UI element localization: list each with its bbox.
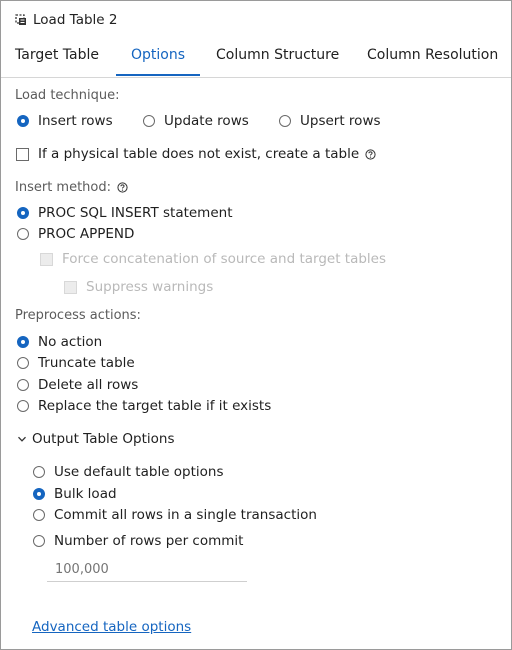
checkbox-indicator bbox=[64, 280, 77, 294]
radio-use-default-table-options[interactable]: Use default table options bbox=[33, 464, 224, 480]
radio-label: Replace the target table if it exists bbox=[38, 398, 272, 414]
radio-bulk-load[interactable]: Bulk load bbox=[33, 486, 117, 502]
help-icon[interactable] bbox=[117, 182, 128, 193]
radio-indicator bbox=[143, 115, 155, 127]
tab-bar: Target Table Options Column Structure Co… bbox=[1, 37, 511, 78]
section-title: Output Table Options bbox=[32, 431, 175, 447]
radio-indicator bbox=[33, 466, 45, 478]
tab-column-structure[interactable]: Column Structure bbox=[216, 37, 339, 76]
preprocess-actions-label: Preprocess actions: bbox=[15, 308, 141, 323]
load-table-icon bbox=[15, 14, 26, 25]
insert-method-label-group: Insert method: bbox=[15, 180, 128, 195]
radio-indicator bbox=[17, 207, 29, 219]
radio-indicator bbox=[17, 357, 29, 369]
radio-update-rows[interactable]: Update rows bbox=[143, 113, 249, 129]
checkbox-label: Force concatenation of source and target… bbox=[62, 251, 387, 267]
output-table-options-toggle[interactable]: Output Table Options bbox=[17, 431, 174, 447]
radio-proc-append[interactable]: PROC APPEND bbox=[17, 226, 134, 242]
checkbox-indicator bbox=[16, 147, 29, 161]
tab-column-resolution[interactable]: Column Resolution bbox=[367, 37, 498, 76]
radio-indicator bbox=[17, 228, 29, 240]
radio-indicator bbox=[279, 115, 291, 127]
radio-label: Number of rows per commit bbox=[54, 533, 244, 549]
radio-indicator bbox=[33, 535, 45, 547]
radio-indicator bbox=[17, 336, 29, 348]
radio-upsert-rows[interactable]: Upsert rows bbox=[279, 113, 381, 129]
radio-label: Update rows bbox=[164, 113, 249, 129]
radio-indicator bbox=[33, 509, 45, 521]
radio-indicator bbox=[17, 379, 29, 391]
radio-proc-sql-insert[interactable]: PROC SQL INSERT statement bbox=[17, 205, 233, 221]
tab-options[interactable]: Options bbox=[116, 37, 200, 76]
tab-target-table[interactable]: Target Table bbox=[15, 37, 99, 76]
checkbox-label: If a physical table does not exist, crea… bbox=[38, 146, 360, 162]
radio-replace-target-table[interactable]: Replace the target table if it exists bbox=[17, 398, 271, 414]
rows-per-commit-input[interactable] bbox=[47, 557, 247, 582]
radio-label: Use default table options bbox=[54, 464, 224, 480]
checkbox-indicator bbox=[40, 252, 53, 266]
radio-commit-all-rows[interactable]: Commit all rows in a single transaction bbox=[33, 507, 317, 523]
radio-label: PROC APPEND bbox=[38, 226, 135, 242]
radio-truncate-table[interactable]: Truncate table bbox=[17, 355, 135, 371]
suppress-warnings-checkbox: Suppress warnings bbox=[64, 279, 213, 295]
dialog-window: Load Table 2 Target Table Options Column… bbox=[0, 0, 512, 650]
help-icon[interactable] bbox=[365, 148, 376, 160]
radio-label: Commit all rows in a single transaction bbox=[54, 507, 317, 523]
radio-delete-all-rows[interactable]: Delete all rows bbox=[17, 377, 138, 393]
radio-insert-rows[interactable]: Insert rows bbox=[17, 113, 113, 129]
title-bar: Load Table 2 bbox=[13, 10, 117, 30]
force-concatenation-checkbox: Force concatenation of source and target… bbox=[40, 251, 386, 267]
create-table-checkbox[interactable]: If a physical table does not exist, crea… bbox=[16, 146, 376, 162]
radio-indicator bbox=[17, 115, 29, 127]
advanced-table-options-link[interactable]: Advanced table options bbox=[32, 619, 191, 635]
radio-label: Bulk load bbox=[54, 486, 117, 502]
checkbox-label: Suppress warnings bbox=[86, 279, 214, 295]
insert-method-label: Insert method: bbox=[15, 180, 112, 195]
chevron-down-icon bbox=[18, 436, 26, 442]
load-technique-label: Load technique: bbox=[15, 88, 120, 103]
radio-rows-per-commit[interactable]: Number of rows per commit bbox=[33, 533, 243, 549]
radio-indicator bbox=[17, 400, 29, 412]
radio-label: Insert rows bbox=[38, 113, 113, 129]
radio-label: PROC SQL INSERT statement bbox=[38, 205, 233, 221]
radio-label: Upsert rows bbox=[300, 113, 381, 129]
radio-no-action[interactable]: No action bbox=[17, 334, 102, 350]
radio-label: No action bbox=[38, 334, 103, 350]
radio-label: Truncate table bbox=[38, 355, 135, 371]
dialog-title: Load Table 2 bbox=[33, 12, 118, 28]
radio-indicator bbox=[33, 488, 45, 500]
radio-label: Delete all rows bbox=[38, 377, 139, 393]
